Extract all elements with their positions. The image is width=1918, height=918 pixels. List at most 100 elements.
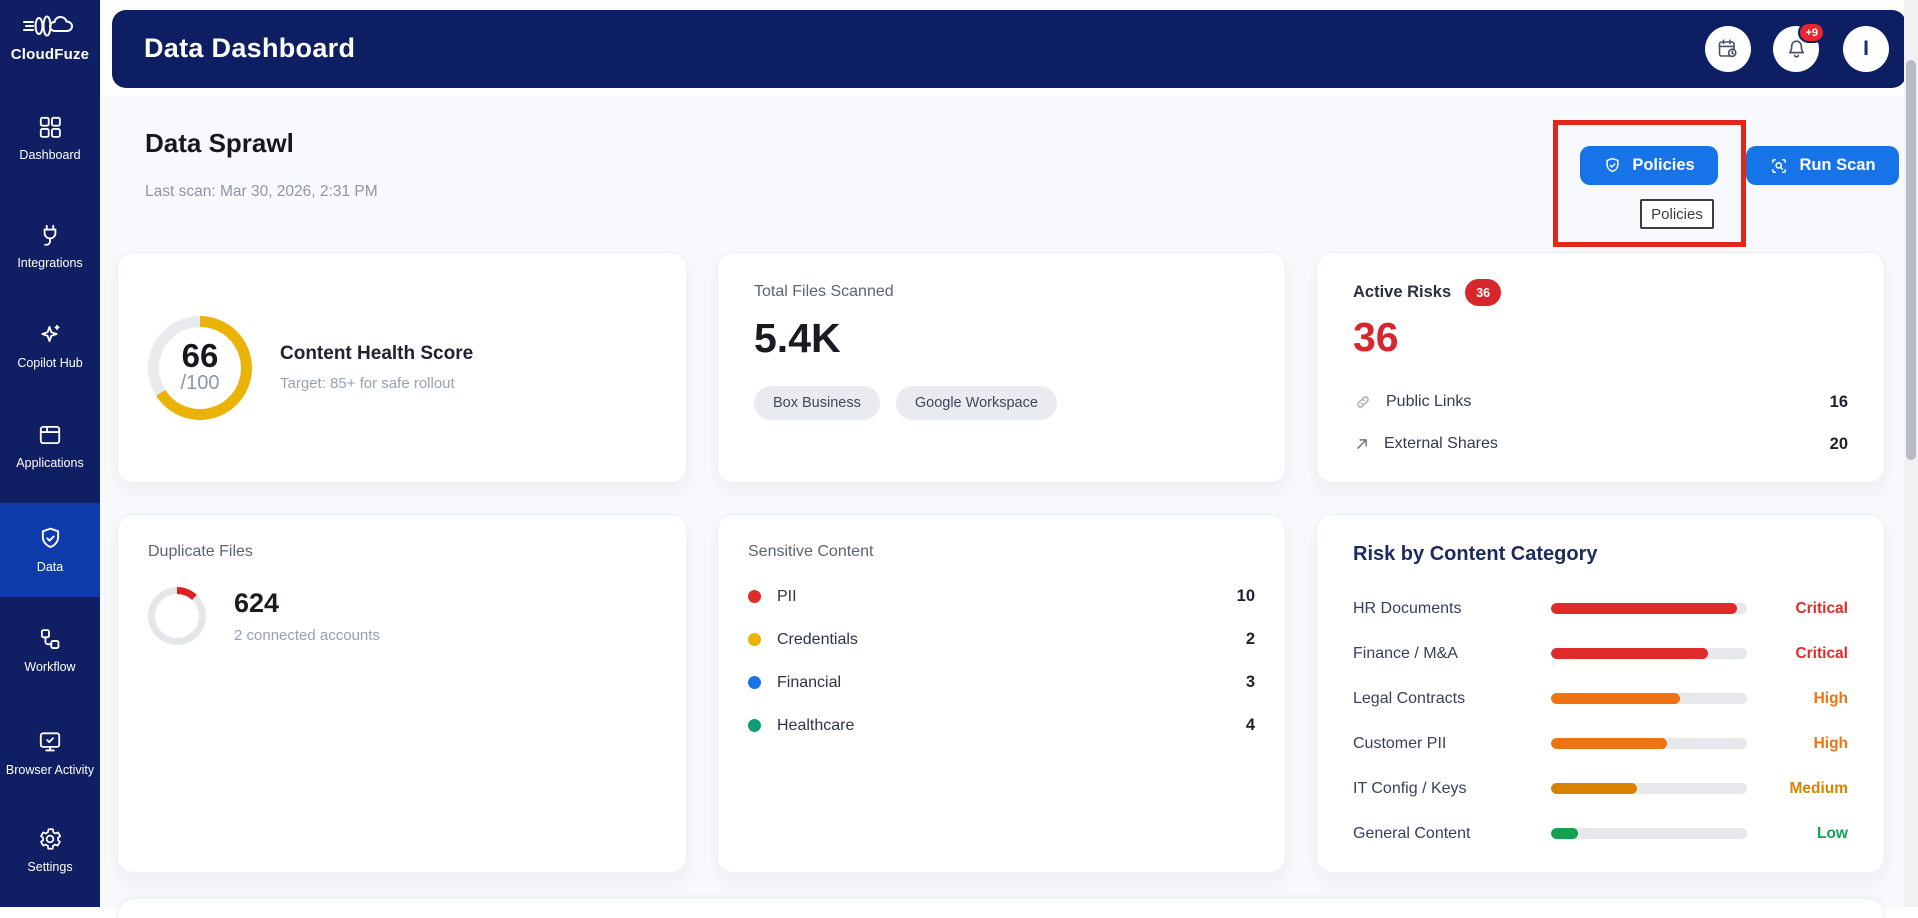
sensitive-row-healthcare: Healthcare 4	[748, 704, 1255, 747]
duplicate-files-value: 624	[234, 588, 380, 619]
sidebar-item-label: Integrations	[4, 255, 96, 272]
avatar-initial: I	[1863, 37, 1869, 61]
sidebar-item-data[interactable]: Data	[0, 503, 100, 597]
category-label: IT Config / Keys	[1353, 780, 1551, 798]
content-health-score-card: 66 /100 Content Health Score Target: 85+…	[117, 252, 687, 483]
progress-fill	[1551, 783, 1637, 794]
total-files-scanned-card: Total Files Scanned 5.4K Box Business Go…	[717, 252, 1286, 483]
run-scan-button-label: Run Scan	[1799, 156, 1875, 175]
public-links-label: Public Links	[1386, 393, 1471, 411]
brand-name: CloudFuze	[0, 46, 100, 63]
sensitive-label: PII	[777, 588, 797, 606]
category-row-legal-contracts: Legal Contracts High	[1353, 676, 1848, 721]
progress-fill	[1551, 828, 1578, 839]
progress-track	[1551, 603, 1747, 614]
sidebar-item-applications[interactable]: Applications	[0, 408, 100, 486]
public-links-value: 16	[1830, 393, 1848, 412]
notifications-button[interactable]: +9	[1773, 26, 1819, 72]
sensitive-content-card: Sensitive Content PII 10 Credentials 2 F…	[717, 514, 1286, 873]
vertical-scrollbar[interactable]	[1904, 0, 1918, 907]
category-row-general-content: General Content Low	[1353, 811, 1848, 856]
risk-level-badge: Medium	[1789, 780, 1848, 798]
health-score-value: 66	[182, 340, 219, 372]
card-title: Sensitive Content	[748, 543, 1255, 561]
progress-track	[1551, 648, 1747, 659]
progress-fill	[1551, 738, 1667, 749]
last-scan-text: Last scan: Mar 30, 2026, 2:31 PM	[145, 183, 378, 201]
sensitive-label: Healthcare	[777, 717, 854, 735]
policies-button[interactable]: Policies	[1580, 146, 1718, 185]
category-row-customer-pii: Customer PII High	[1353, 721, 1848, 766]
app-header: Data Dashboard +9 I	[112, 10, 1906, 88]
external-shares-label: External Shares	[1384, 435, 1498, 453]
progress-fill	[1551, 693, 1680, 704]
category-row-hr-documents: HR Documents Critical	[1353, 586, 1848, 631]
active-risks-value: 36	[1353, 314, 1848, 361]
public-links-row: Public Links 16	[1353, 381, 1848, 423]
sparkle-icon	[37, 322, 63, 348]
risk-level-badge: High	[1814, 690, 1848, 708]
sidebar-item-label: Settings	[4, 859, 96, 876]
sensitive-value: 10	[1237, 587, 1255, 606]
progress-fill	[1551, 603, 1737, 614]
health-score-denominator: /100	[181, 372, 220, 395]
user-avatar[interactable]: I	[1843, 26, 1889, 72]
plug-icon	[37, 222, 63, 248]
cloudfuze-logo-icon	[22, 8, 78, 44]
card-title: Duplicate Files	[148, 543, 656, 561]
category-label: Customer PII	[1353, 735, 1551, 753]
run-scan-button[interactable]: Run Scan	[1746, 146, 1899, 185]
page-title: Data Sprawl	[145, 128, 294, 159]
connected-accounts-text: 2 connected accounts	[234, 627, 380, 644]
duplicate-files-card: Duplicate Files 624 2 connected accounts	[117, 514, 687, 873]
sidebar-item-dashboard[interactable]: Dashboard	[0, 100, 100, 178]
credentials-dot	[748, 633, 761, 646]
sidebar-item-label: Copilot Hub	[4, 355, 96, 372]
sidebar-item-label: Applications	[4, 455, 96, 472]
external-shares-row: External Shares 20	[1353, 423, 1848, 465]
sidebar-item-settings[interactable]: Settings	[0, 812, 100, 890]
policies-button-label: Policies	[1632, 156, 1694, 175]
schedule-button[interactable]	[1705, 26, 1751, 72]
sidebar: CloudFuze Dashboard Integrations Copilot…	[0, 0, 100, 907]
shield-check-icon	[1603, 156, 1622, 175]
risk-level-badge: High	[1814, 735, 1848, 753]
risk-category-rows: HR Documents Critical Finance / M&A Crit…	[1353, 586, 1848, 856]
gear-icon	[37, 826, 63, 852]
category-row-finance-ma: Finance / M&A Critical	[1353, 631, 1848, 676]
health-score-gauge: 66 /100	[148, 316, 252, 420]
next-section-card-edge	[117, 898, 1885, 918]
sidebar-item-integrations[interactable]: Integrations	[0, 208, 100, 286]
app-title: Data Dashboard	[144, 33, 355, 64]
sidebar-item-label: Dashboard	[4, 147, 96, 164]
progress-track	[1551, 693, 1747, 704]
sensitive-value: 2	[1246, 630, 1255, 649]
total-files-value: 5.4K	[754, 315, 1249, 362]
duplicate-files-gauge	[148, 587, 206, 645]
category-label: Finance / M&A	[1353, 645, 1551, 663]
category-label: General Content	[1353, 825, 1551, 843]
risk-level-badge: Critical	[1795, 645, 1848, 663]
card-title: Content Health Score	[280, 343, 473, 365]
active-risks-card: Active Risks 36 36 Public Links 16 Exter…	[1316, 252, 1885, 483]
dashboard-grid-icon	[37, 114, 63, 140]
sidebar-item-label: Workflow	[4, 659, 96, 676]
progress-fill	[1551, 648, 1708, 659]
source-chip-box-business: Box Business	[754, 386, 880, 420]
scan-search-icon	[1769, 156, 1789, 176]
external-shares-value: 20	[1830, 435, 1848, 454]
progress-track	[1551, 738, 1747, 749]
sidebar-item-workflow[interactable]: Workflow	[0, 612, 100, 690]
pii-dot	[748, 590, 761, 603]
source-chip-google-workspace: Google Workspace	[896, 386, 1057, 420]
sidebar-item-label: Browser Activity	[4, 762, 96, 779]
monitor-check-icon	[37, 729, 63, 755]
active-risks-badge: 36	[1465, 279, 1501, 306]
scrollbar-thumb[interactable]	[1906, 60, 1916, 460]
sidebar-item-browser-activity[interactable]: Browser Activity	[0, 706, 100, 802]
sidebar-item-copilot-hub[interactable]: Copilot Hub	[0, 308, 100, 386]
link-icon	[1353, 392, 1373, 412]
sensitive-row-credentials: Credentials 2	[748, 618, 1255, 661]
sensitive-label: Financial	[777, 674, 841, 692]
sensitive-value: 3	[1246, 673, 1255, 692]
